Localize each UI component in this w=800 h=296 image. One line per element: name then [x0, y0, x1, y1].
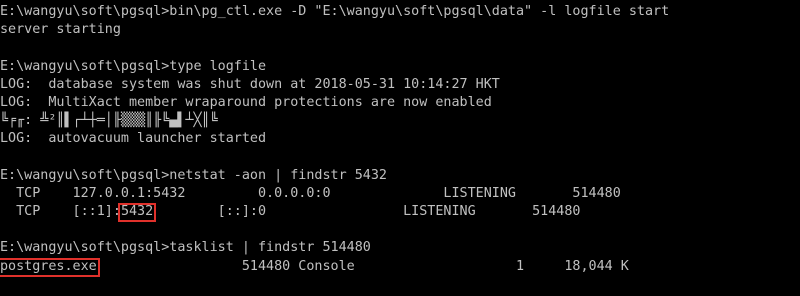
- output-server-starting: server starting: [0, 22, 121, 38]
- netstat-row-ipv4: TCP 127.0.0.1:5432 0.0.0.0:0 LISTENING 5…: [0, 185, 621, 201]
- netstat-row-ipv6-prefix: TCP [::1]:: [0, 204, 121, 220]
- terminal-window[interactable]: E:\wangyu\soft\pgsql>bin\pg_ctl.exe -D "…: [0, 0, 800, 296]
- log-line-autovacuum: LOG: autovacuum launcher started: [0, 131, 267, 147]
- highlighted-process-name: postgres.exe: [0, 257, 100, 278]
- command-line-pg-ctl: E:\wangyu\soft\pgsql>bin\pg_ctl.exe -D "…: [0, 4, 670, 19]
- log-line-multixact: LOG: MultiXact member wraparound protect…: [0, 94, 492, 110]
- command-line-type-logfile: E:\wangyu\soft\pgsql>type logfile: [0, 58, 267, 74]
- netstat-row-ipv6: TCP [::1]:5432 [::]:0 LISTENING 514480: [0, 203, 800, 223]
- command-line-netstat: E:\wangyu\soft\pgsql>netstat -aon | find…: [0, 167, 387, 183]
- highlighted-port: 5432: [117, 203, 157, 223]
- log-line-garbled: ╚╒╓: ╩²║▌┌┴┼═│╟▒▒▒║╟╚▄▌┴╳║╚: [0, 113, 218, 129]
- netstat-row-ipv6-suffix: [::]:0 LISTENING 514480: [153, 204, 581, 220]
- log-line-shutdown: LOG: database system was shut down at 20…: [0, 76, 500, 92]
- tasklist-row-details: 514480 Console 1 18,044 K: [96, 258, 629, 274]
- tasklist-row-postgres: postgres.exe 514480 Console 1 18,044 K: [0, 257, 800, 278]
- command-line-tasklist: E:\wangyu\soft\pgsql>tasklist | findstr …: [0, 240, 371, 256]
